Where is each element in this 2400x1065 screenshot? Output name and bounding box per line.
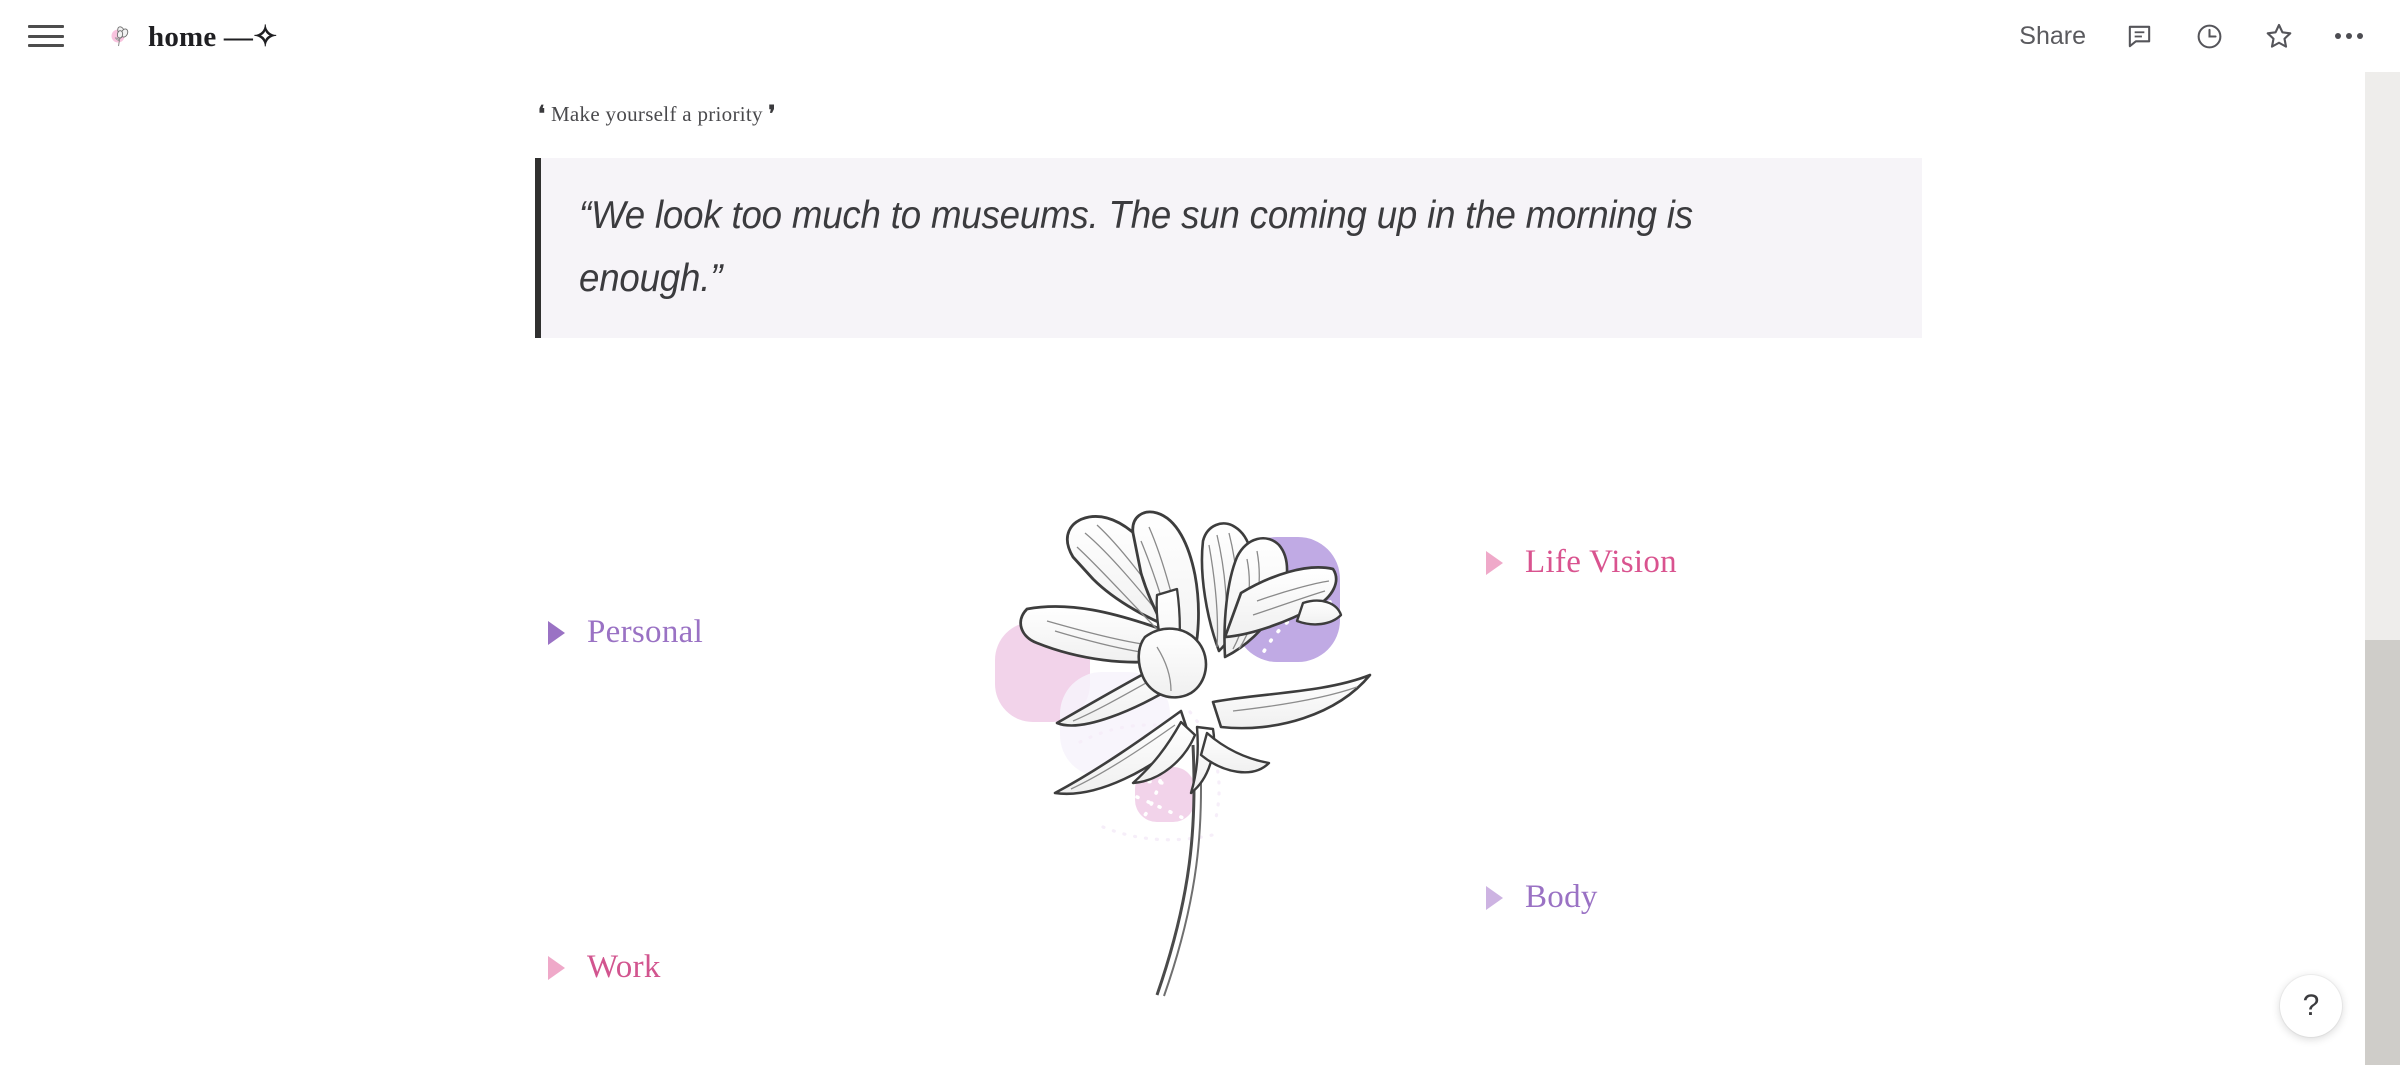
hamburger-menu-icon[interactable]: [28, 21, 66, 51]
toggle-link-life-vision[interactable]: Life Vision: [1486, 544, 1677, 581]
page-title: home —✧: [148, 20, 278, 53]
toggle-link-personal[interactable]: Personal: [548, 614, 703, 651]
toggle-label-personal: Personal: [587, 614, 704, 650]
caption-close-quote: ❜: [768, 101, 776, 126]
dot: [2357, 33, 2363, 39]
toggle-label-life-vision: Life Vision: [1525, 544, 1677, 580]
quote-text: “We look too much to museums. The sun co…: [579, 194, 1693, 301]
page-content: ❛ Make yourself a priority ❜ “We look to…: [0, 72, 2365, 1065]
dot: [2346, 33, 2352, 39]
share-button[interactable]: Share: [2019, 22, 2086, 51]
hamburger-line: [28, 44, 64, 47]
toggle-triangle-icon[interactable]: [1486, 550, 1503, 575]
top-bar-actions: Share: [2019, 19, 2366, 53]
notion-page: home —✧ Share ❛ Make yourself a priority…: [0, 0, 2400, 1065]
clock-history-icon[interactable]: [2192, 19, 2226, 53]
toggle-triangle-icon[interactable]: [548, 955, 565, 980]
toggle-link-work[interactable]: Work: [548, 949, 661, 986]
caption-text: ❛ Make yourself a priority ❜: [538, 101, 776, 127]
more-dots: [2335, 33, 2363, 39]
breadcrumb[interactable]: home —✧: [104, 19, 278, 54]
caption-open-quote: ❛: [538, 101, 546, 126]
hamburger-line: [28, 25, 64, 28]
dot: [2335, 33, 2341, 39]
star-icon[interactable]: [2262, 19, 2296, 53]
quote-block[interactable]: “We look too much to museums. The sun co…: [535, 158, 1922, 339]
scrollbar-thumb[interactable]: [2365, 640, 2400, 1065]
toggle-label-body: Body: [1525, 879, 1598, 915]
lily-flower-line-art: [985, 497, 1415, 1027]
more-options-icon[interactable]: [2332, 19, 2366, 53]
hamburger-line: [28, 34, 64, 38]
flower-bouquet-emoji: [104, 20, 136, 52]
comment-bubble-icon[interactable]: [2122, 19, 2156, 53]
toggle-label-work: Work: [587, 949, 661, 985]
toggle-triangle-icon[interactable]: [1486, 885, 1503, 910]
help-button[interactable]: ?: [2280, 975, 2342, 1037]
toggle-link-body[interactable]: Body: [1486, 879, 1598, 916]
caption-label: Make yourself a priority: [550, 102, 763, 126]
vertical-scrollbar[interactable]: [2365, 72, 2400, 1065]
toggle-triangle-icon[interactable]: [548, 620, 565, 645]
top-bar: home —✧ Share: [0, 0, 2400, 72]
